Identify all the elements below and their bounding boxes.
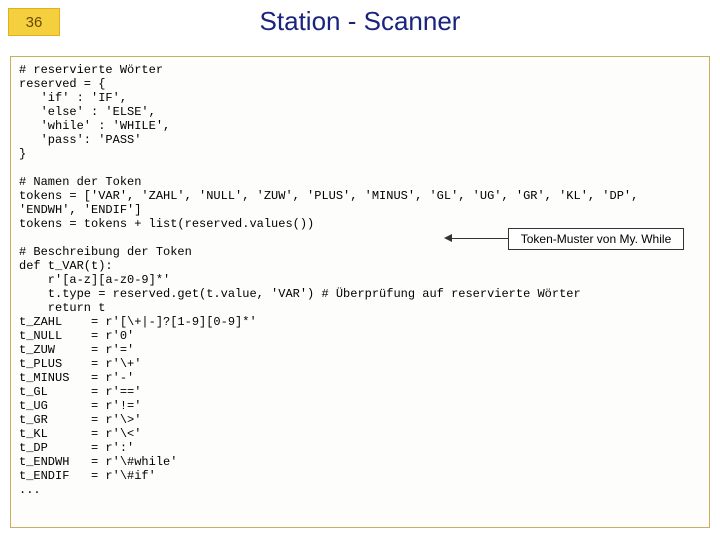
slide-header: 36 Station - Scanner xyxy=(0,0,720,48)
slide: 36 Station - Scanner # reservierte Wörte… xyxy=(0,0,720,540)
callout-connector xyxy=(448,238,508,239)
callout-box: Token-Muster von My. While xyxy=(508,228,684,250)
callout-text: Token-Muster von My. While xyxy=(521,232,672,246)
slide-title: Station - Scanner xyxy=(0,6,720,37)
code-block: # reservierte Wörter reserved = { 'if' :… xyxy=(10,56,710,528)
